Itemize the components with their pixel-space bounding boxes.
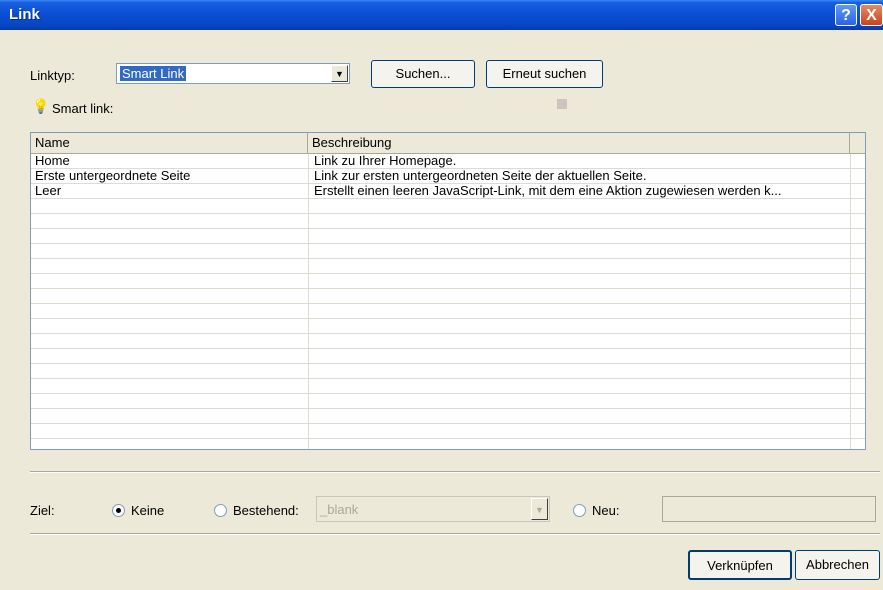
neu-input[interactable] [662,496,876,522]
lightbulb-icon: 💡 [32,98,50,114]
column-header-name[interactable]: Name [31,133,308,153]
linktyp-label: Linktyp: [30,68,75,83]
neu-label[interactable]: Neu: [592,503,619,518]
help-button[interactable]: ? [835,4,857,26]
bestehend-radio[interactable] [214,504,227,517]
table-row[interactable]: Leer Erstellt einen leeren JavaScript-Lin… [31,184,865,199]
neu-radio[interactable] [573,504,586,517]
status-indicator [557,99,567,109]
linktyp-select[interactable]: Smart Link ▼ [116,63,350,84]
separator [30,533,880,535]
list-header: Name Beschreibung [31,133,865,154]
empty-row [31,394,865,409]
title-bar[interactable]: Link ? X [0,0,883,30]
empty-row [31,319,865,334]
empty-row [31,274,865,289]
empty-row [31,349,865,364]
empty-row [31,334,865,349]
ziel-label: Ziel: [30,503,55,518]
empty-row [31,199,865,214]
verknuepfen-button[interactable]: Verknüpfen [688,550,792,580]
empty-row [31,289,865,304]
smart-link-label: Smart link: [52,101,114,116]
empty-row [31,259,865,274]
link-dialog: Link ? X Linktyp: Smart Link ▼ Suchen...… [0,0,883,590]
bestehend-select[interactable]: _blank ▼ [316,496,550,522]
close-button[interactable]: X [860,4,883,26]
empty-row [31,244,865,259]
empty-row [31,424,865,439]
empty-row [31,364,865,379]
table-row[interactable]: Erste untergeordnete Seite Link zur erste… [31,169,865,184]
list-rows: Home Link zu Ihrer Homepage. Erste unterg… [31,154,865,449]
empty-row [31,379,865,394]
empty-row [31,229,865,244]
separator [30,471,880,473]
keine-radio[interactable] [112,504,125,517]
bestehend-value: _blank [320,502,359,517]
empty-row [31,304,865,319]
empty-row [31,214,865,229]
dialog-title: Link [9,6,40,23]
column-header-description[interactable]: Beschreibung [308,133,850,153]
chevron-down-icon[interactable]: ▼ [331,65,348,82]
smart-link-list[interactable]: Name Beschreibung Home Link zu Ihrer Home… [30,132,866,450]
empty-row [31,409,865,424]
bestehend-label[interactable]: Bestehend: [233,503,299,518]
abbrechen-button[interactable]: Abbrechen [795,550,880,580]
suchen-button[interactable]: Suchen... [371,60,475,88]
keine-label[interactable]: Keine [131,503,164,518]
linktyp-value: Smart Link [120,66,187,81]
empty-row [31,439,865,449]
chevron-down-icon[interactable]: ▼ [531,498,548,520]
erneut-suchen-button[interactable]: Erneut suchen [486,60,603,88]
table-row[interactable]: Home Link zu Ihrer Homepage. [31,154,865,169]
